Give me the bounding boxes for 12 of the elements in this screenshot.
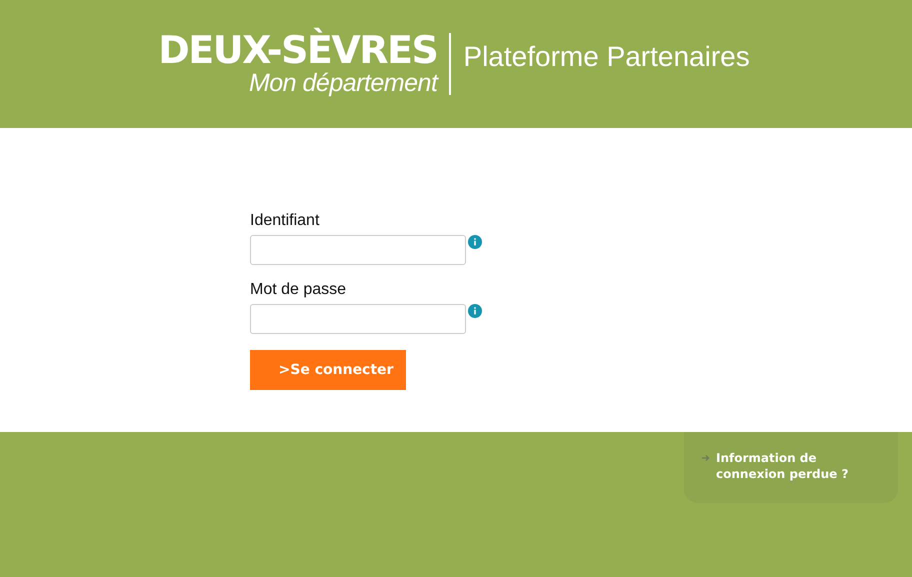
lost-login-link[interactable]: Information de connexion perdue ? — [716, 450, 866, 482]
input-field[interactable] — [250, 235, 466, 265]
field-label: Identifiant — [250, 212, 320, 230]
info-icon[interactable] — [468, 304, 482, 318]
input-field[interactable] — [250, 304, 466, 334]
logo-title: DEUX-SÈVRES — [158, 30, 438, 70]
arrow-icon — [702, 454, 710, 462]
logo-subtitle: Mon département — [248, 70, 438, 96]
login-button[interactable]: >Se connecter — [250, 350, 406, 390]
field-label: Mot de passe — [250, 281, 348, 299]
site-title: Plateforme Partenaires — [463, 41, 750, 73]
info-icon[interactable] — [468, 235, 482, 249]
